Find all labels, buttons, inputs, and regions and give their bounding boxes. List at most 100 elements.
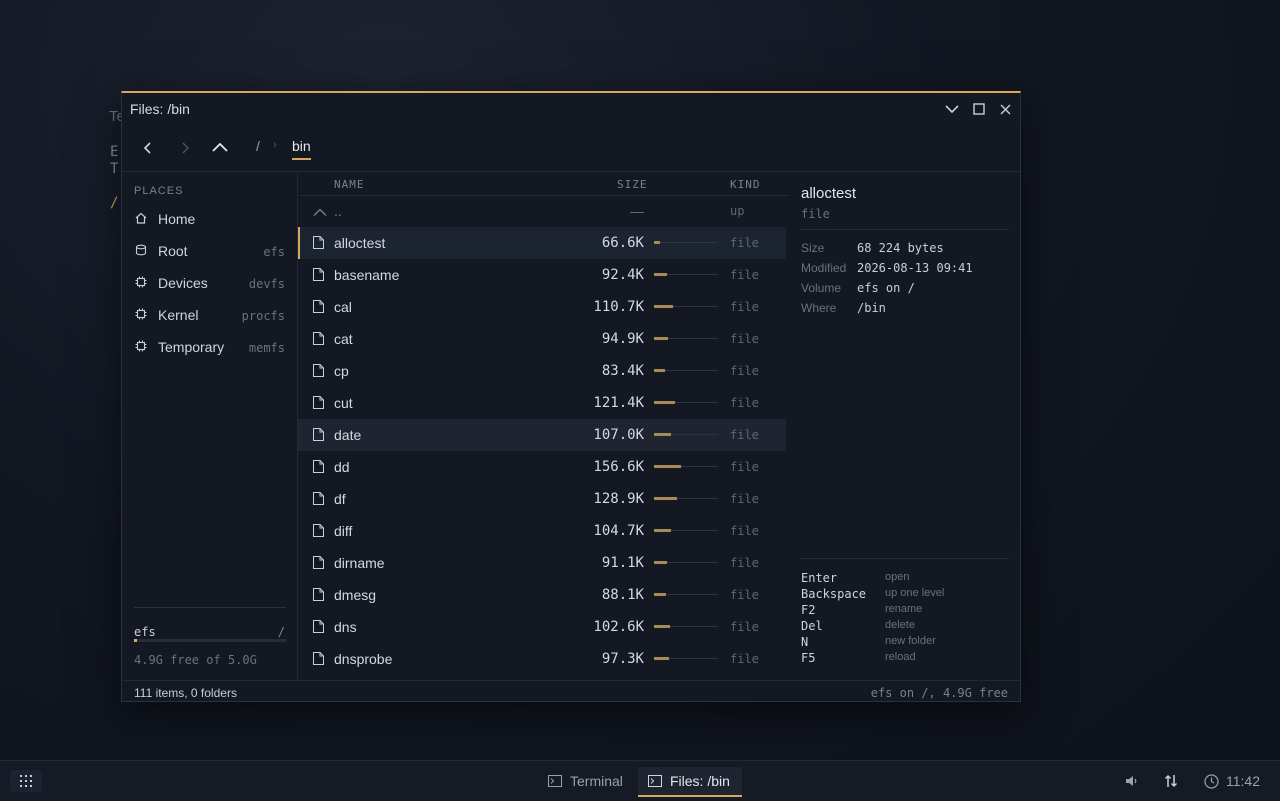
file-row[interactable]: df 128.9K file: [298, 483, 786, 515]
sidebar-item-kernel[interactable]: Kernel procfs: [122, 299, 297, 331]
forward-button[interactable]: [174, 137, 196, 159]
volume-divider: [134, 607, 286, 608]
maximize-button[interactable]: [970, 100, 988, 118]
grid-icon: [20, 775, 32, 787]
file-name: basename: [334, 267, 400, 283]
terminal-icon: [548, 775, 562, 787]
file-size: 97.3K: [601, 651, 644, 667]
up-button[interactable]: [209, 137, 231, 159]
prop-key-where: Where: [801, 301, 837, 315]
taskbar-item-files[interactable]: Files: /bin: [638, 767, 742, 797]
detail-divider: [801, 229, 1009, 230]
sidebar-item-label: Devices: [158, 275, 208, 291]
sidebar-item-devices[interactable]: Devices devfs: [122, 267, 297, 299]
parent-size: —: [630, 203, 644, 219]
chevron-left-icon: [144, 142, 151, 154]
file-row[interactable]: date 107.0K file: [298, 419, 786, 451]
window-titlebar[interactable]: Files: /bin: [122, 93, 1020, 125]
size-bar: [654, 337, 718, 340]
file-list: NAME SIZE KIND .. — up alloctest 66.6K fil…: [298, 171, 790, 680]
file-kind: file: [730, 620, 759, 634]
window-title: Files: /bin: [130, 101, 190, 117]
file-row[interactable]: diff 104.7K file: [298, 515, 786, 547]
sidebar-item-label: Temporary: [158, 339, 225, 355]
minimize-button[interactable]: [943, 100, 961, 118]
file-icon: [313, 492, 324, 505]
file-kind: file: [730, 492, 759, 506]
volume-button[interactable]: [1123, 772, 1141, 790]
clock-button[interactable]: [1202, 772, 1220, 790]
size-bar: [654, 401, 718, 404]
column-header-kind[interactable]: KIND: [730, 178, 761, 191]
file-row[interactable]: basename 92.4K file: [298, 259, 786, 291]
size-bar: [654, 529, 718, 532]
file-row[interactable]: dd 156.6K file: [298, 451, 786, 483]
taskbar-item-terminal[interactable]: Terminal: [538, 767, 634, 795]
back-button[interactable]: [137, 137, 159, 159]
file-size: 83.4K: [601, 363, 644, 379]
square-icon: [973, 103, 985, 115]
file-name: alloctest: [334, 235, 386, 251]
chevron-up-icon: [313, 208, 327, 216]
size-bar-fill: [654, 593, 666, 596]
volume-free-text: 4.9G free of 5.0G: [134, 653, 257, 667]
file-name: cat: [334, 331, 353, 347]
sidebar-item-root[interactable]: Root efs: [122, 235, 297, 267]
breadcrumb-separator: ›: [273, 139, 277, 151]
size-bar-fill: [654, 497, 677, 500]
size-bar: [654, 497, 718, 500]
breadcrumb-root[interactable]: /: [256, 138, 260, 154]
file-size: 102.6K: [593, 619, 644, 635]
close-button[interactable]: [996, 100, 1014, 118]
shortcut-action: open: [885, 571, 910, 583]
shortcut-key: Backspace: [801, 587, 867, 601]
detail-kind: file: [801, 207, 830, 221]
network-button[interactable]: [1162, 772, 1180, 790]
sidebar-item-temporary[interactable]: Temporary memfs: [122, 331, 297, 363]
status-bar: 111 items, 0 folders efs on /, 4.9G free: [122, 680, 1020, 703]
size-bar: [654, 433, 718, 436]
chip-icon: [135, 308, 147, 320]
size-bar-fill: [654, 561, 667, 564]
file-row[interactable]: cal 110.7K file: [298, 291, 786, 323]
size-bar-fill: [654, 273, 667, 276]
size-bar: [654, 657, 718, 660]
sidebar-item-label: Root: [158, 243, 188, 259]
file-size: 104.7K: [593, 523, 644, 539]
file-row[interactable]: cut 121.4K file: [298, 387, 786, 419]
breadcrumb-current[interactable]: bin: [292, 138, 311, 160]
size-bar-fill: [654, 625, 670, 628]
file-row[interactable]: cp 83.4K file: [298, 355, 786, 387]
size-bar: [654, 593, 718, 596]
file-icon: [313, 268, 324, 281]
size-bar: [654, 625, 718, 628]
size-bar-fill: [654, 369, 665, 372]
file-icon: [313, 332, 324, 345]
file-icon: [313, 396, 324, 409]
clock-time[interactable]: 11:42: [1226, 773, 1260, 789]
status-volume: efs on /, 4.9G free: [870, 686, 1008, 700]
size-bar-fill: [654, 529, 671, 532]
shortcut-key: Del: [801, 619, 823, 633]
column-header-size[interactable]: SIZE: [617, 178, 648, 191]
file-kind: file: [730, 652, 759, 666]
file-icon: [313, 652, 324, 665]
file-row[interactable]: cat 94.9K file: [298, 323, 786, 355]
app-launcher-button[interactable]: [10, 770, 42, 792]
size-bar: [654, 369, 718, 372]
column-header-name[interactable]: NAME: [334, 178, 365, 191]
file-row[interactable]: alloctest 66.6K file: [298, 227, 786, 259]
file-kind: file: [730, 588, 759, 602]
shortcut-action: delete: [885, 619, 915, 631]
size-bar-fill: [654, 657, 669, 660]
file-name: dirname: [334, 555, 385, 571]
file-row[interactable]: dirname 91.1K file: [298, 547, 786, 579]
clock-icon: [1203, 773, 1219, 789]
sidebar-item-home[interactable]: Home: [122, 203, 297, 235]
size-bar-fill: [654, 241, 660, 244]
file-row[interactable]: dnsprobe 97.3K file: [298, 643, 786, 675]
file-size: 128.9K: [593, 491, 644, 507]
parent-row[interactable]: .. — up: [298, 195, 786, 227]
file-row[interactable]: dmesg 88.1K file: [298, 579, 786, 611]
file-row[interactable]: dns 102.6K file: [298, 611, 786, 643]
